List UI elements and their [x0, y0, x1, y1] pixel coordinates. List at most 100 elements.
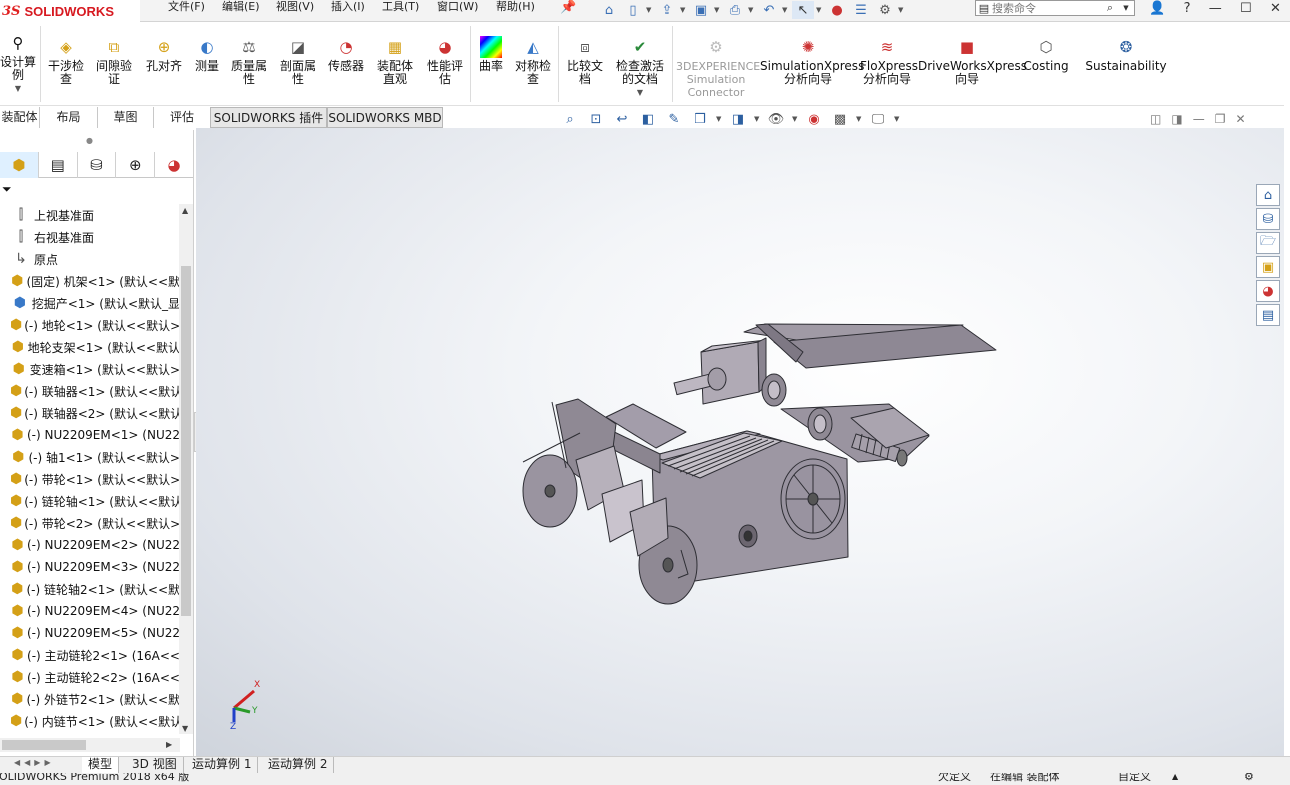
mass-properties-button[interactable]: ⚖ 质量属性 — [227, 36, 271, 86]
file-properties-icon[interactable]: ☰ — [850, 1, 872, 19]
section-properties-button[interactable]: ◪ 剖面属性 — [276, 36, 320, 86]
sustainability-button[interactable]: ❂ Sustainability — [1085, 36, 1166, 73]
tab-model[interactable]: 模型 — [82, 757, 120, 773]
dimxpert-tab-icon[interactable]: ⊕ — [116, 152, 156, 178]
measure-button[interactable]: ◐ 测量 — [190, 36, 224, 73]
tree-item[interactable]: ⬢ (固定) 机架<1> (默认<<默 — [0, 270, 180, 292]
assembly-visualization-button[interactable]: ▦ 装配体直观 — [372, 36, 418, 86]
tree-item[interactable]: ⫿ 右视基准面 — [0, 226, 180, 248]
open-icon[interactable]: ⇪ — [656, 1, 678, 19]
tree-item[interactable]: ⬢ (-) 联轴器<1> (默认<<默认 — [0, 380, 180, 402]
tree-item[interactable]: ↳ 原点 — [0, 248, 180, 270]
save-icon[interactable]: ▣ — [690, 1, 712, 19]
tree-item[interactable]: ⫿ 上视基准面 — [0, 204, 180, 226]
undo-icon[interactable]: ↶ — [758, 1, 780, 19]
previous-view-icon[interactable]: ↩ — [612, 110, 632, 128]
select-icon[interactable]: ↖ — [792, 1, 814, 19]
tree-item[interactable]: ⬢ (-) NU2209EM<2> (NU22 — [0, 534, 180, 556]
scrollbar-thumb[interactable] — [181, 266, 191, 616]
chevron-down-icon[interactable]: ▼ — [748, 6, 756, 14]
tree-item[interactable]: ⬢ 地轮支架<1> (默认<<默认 — [0, 336, 180, 358]
tree-item[interactable]: ⬢ (-) 内链节<1> (默认<<默认 — [0, 710, 180, 732]
minimize-icon[interactable]: — — [1209, 1, 1222, 16]
tab-motion-study-1[interactable]: 运动算例 1 — [186, 757, 259, 773]
units-custom[interactable]: 自定义 — [1118, 773, 1151, 784]
model-viewport[interactable] — [196, 128, 1284, 756]
maximize-icon[interactable]: ☐ — [1240, 1, 1252, 16]
scroll-down-icon[interactable]: ▼ — [182, 724, 188, 733]
tab-3d-views[interactable]: 3D 视图 — [126, 757, 184, 773]
filter-icon[interactable]: ⏷ — [2, 182, 12, 197]
edit-appearance-icon[interactable]: ◉ — [804, 110, 824, 128]
tile-left-icon[interactable]: ◫ — [1150, 112, 1161, 128]
tree-item[interactable]: ⬢ (-) 联轴器<2> (默认<<默认 — [0, 402, 180, 424]
zoom-area-icon[interactable]: ⊡ — [586, 110, 606, 128]
tab-solidworks-mbd[interactable]: SOLIDWORKS MBD — [327, 107, 443, 128]
file-explorer-icon[interactable]: 🗁 — [1256, 232, 1280, 254]
solidworks-resources-home-icon[interactable]: ⌂ — [1256, 184, 1280, 206]
search-type-icon[interactable]: ▤ — [976, 2, 992, 15]
chevron-down-icon[interactable]: ▼ — [816, 6, 824, 14]
tree-item[interactable]: ⬢ (-) NU2209EM<1> (NU22 — [0, 424, 180, 446]
clearance-verify-button[interactable]: ⧉ 间隙验证 — [92, 36, 136, 86]
chevron-down-icon[interactable]: ▼ — [1118, 4, 1134, 12]
tree-item[interactable]: ⬢ (-) 链轮轴<1> (默认<<默认 — [0, 490, 180, 512]
tree-item[interactable]: ⬢ (-) 外链节2<1> (默认<<默 — [0, 688, 180, 710]
compare-documents-button[interactable]: ⧈ 比较文档 — [562, 36, 608, 86]
hide-show-items-icon[interactable]: 👁 — [766, 110, 786, 128]
new-document-icon[interactable]: ▯ — [622, 1, 644, 19]
chevron-down-icon[interactable]: ▼ — [716, 115, 722, 123]
custom-properties-icon[interactable]: ▤ — [1256, 304, 1280, 326]
view-orientation-icon[interactable]: ❒ — [690, 110, 710, 128]
design-library-icon[interactable]: ⛁ — [1256, 208, 1280, 230]
floxpress-button[interactable]: ≋ FloXpress 分析向导 — [860, 36, 918, 86]
curvature-button[interactable]: 曲率 — [474, 36, 508, 73]
chevron-down-icon[interactable]: ▼ — [754, 115, 760, 123]
hole-alignment-button[interactable]: ⊕ 孔对齐 — [142, 36, 186, 73]
close-icon[interactable]: ✕ — [1270, 1, 1281, 16]
property-manager-tab-icon[interactable]: ▤ — [39, 152, 78, 178]
close-icon[interactable]: ✕ — [1235, 112, 1245, 128]
chevron-up-icon[interactable]: ▲ — [1172, 773, 1178, 784]
chevron-down-icon[interactable]: ▼ — [637, 86, 643, 99]
chevron-down-icon[interactable]: ▼ — [782, 6, 790, 14]
scroll-up-icon[interactable]: ▲ — [182, 206, 188, 215]
tree-item[interactable]: ⬢ 挖掘产<1> (默认<默认_显 — [0, 292, 180, 314]
tab-evaluate[interactable]: 评估 — [154, 107, 210, 128]
tree-item[interactable]: ⬢ (-) 带轮<2> (默认<<默认> — [0, 512, 180, 534]
tab-assembly[interactable]: 装配体 — [0, 107, 40, 128]
view-palette-icon[interactable]: ▣ — [1256, 256, 1280, 278]
tree-item[interactable]: ⬢ (-) 带轮<1> (默认<<默认> — [0, 468, 180, 490]
dynamic-annotation-icon[interactable]: ✎ — [664, 110, 684, 128]
tree-item[interactable]: ⬢ (-) 链轮轴2<1> (默认<<默 — [0, 578, 180, 600]
costing-button[interactable]: ⬡ Costing — [1020, 36, 1072, 73]
pin-icon[interactable]: 📌 — [560, 0, 576, 15]
interference-check-button[interactable]: ◈ 干涉检查 — [44, 36, 88, 86]
feature-manager-tab-icon[interactable]: ⬢ — [0, 152, 39, 178]
menu-file[interactable]: 文件(F) — [168, 0, 205, 16]
tree-item[interactable]: ⬢ (-) 主动链轮2<2> (16A<< — [0, 666, 180, 688]
performance-eval-button[interactable]: ◕ 性能评估 — [422, 36, 468, 86]
sensors-button[interactable]: ◔ 传感器 — [324, 36, 368, 73]
menu-insert[interactable]: 插入(I) — [331, 0, 365, 16]
tile-right-icon[interactable]: ◨ — [1171, 112, 1182, 128]
chevron-down-icon[interactable]: ▼ — [714, 6, 722, 14]
restore-icon[interactable]: ❐ — [1215, 112, 1226, 128]
tree-item[interactable]: ⬢ (-) 地轮<1> (默认<<默认> — [0, 314, 180, 336]
menu-window[interactable]: 窗口(W) — [437, 0, 478, 16]
tab-motion-study-2[interactable]: 运动算例 2 — [262, 757, 335, 773]
tab-solidworks-addins[interactable]: SOLIDWORKS 插件 — [210, 107, 327, 128]
search-icon[interactable]: ⌕ — [1102, 1, 1118, 15]
display-manager-tab-icon[interactable]: ◕ — [155, 152, 194, 178]
tree-item[interactable]: ⬢ (-) NU2209EM<5> (NU22 — [0, 622, 180, 644]
home-icon[interactable]: ⌂ — [598, 1, 620, 19]
tree-item[interactable]: ⬢ (-) NU2209EM<3> (NU22 — [0, 556, 180, 578]
chevron-down-icon[interactable]: ▼ — [680, 6, 688, 14]
scrollbar-thumb[interactable] — [2, 740, 86, 750]
tree-item[interactable]: ⬢ (-) 轴1<1> (默认<<默认> — [0, 446, 180, 468]
menu-tools[interactable]: 工具(T) — [382, 0, 419, 16]
tab-layout[interactable]: 布局 — [40, 107, 98, 128]
tree-item[interactable]: ⬢ 变速箱<1> (默认<<默认> — [0, 358, 180, 380]
scroll-right-icon[interactable]: ▶ — [166, 740, 172, 749]
rebuild-icon[interactable]: ● — [826, 1, 848, 19]
